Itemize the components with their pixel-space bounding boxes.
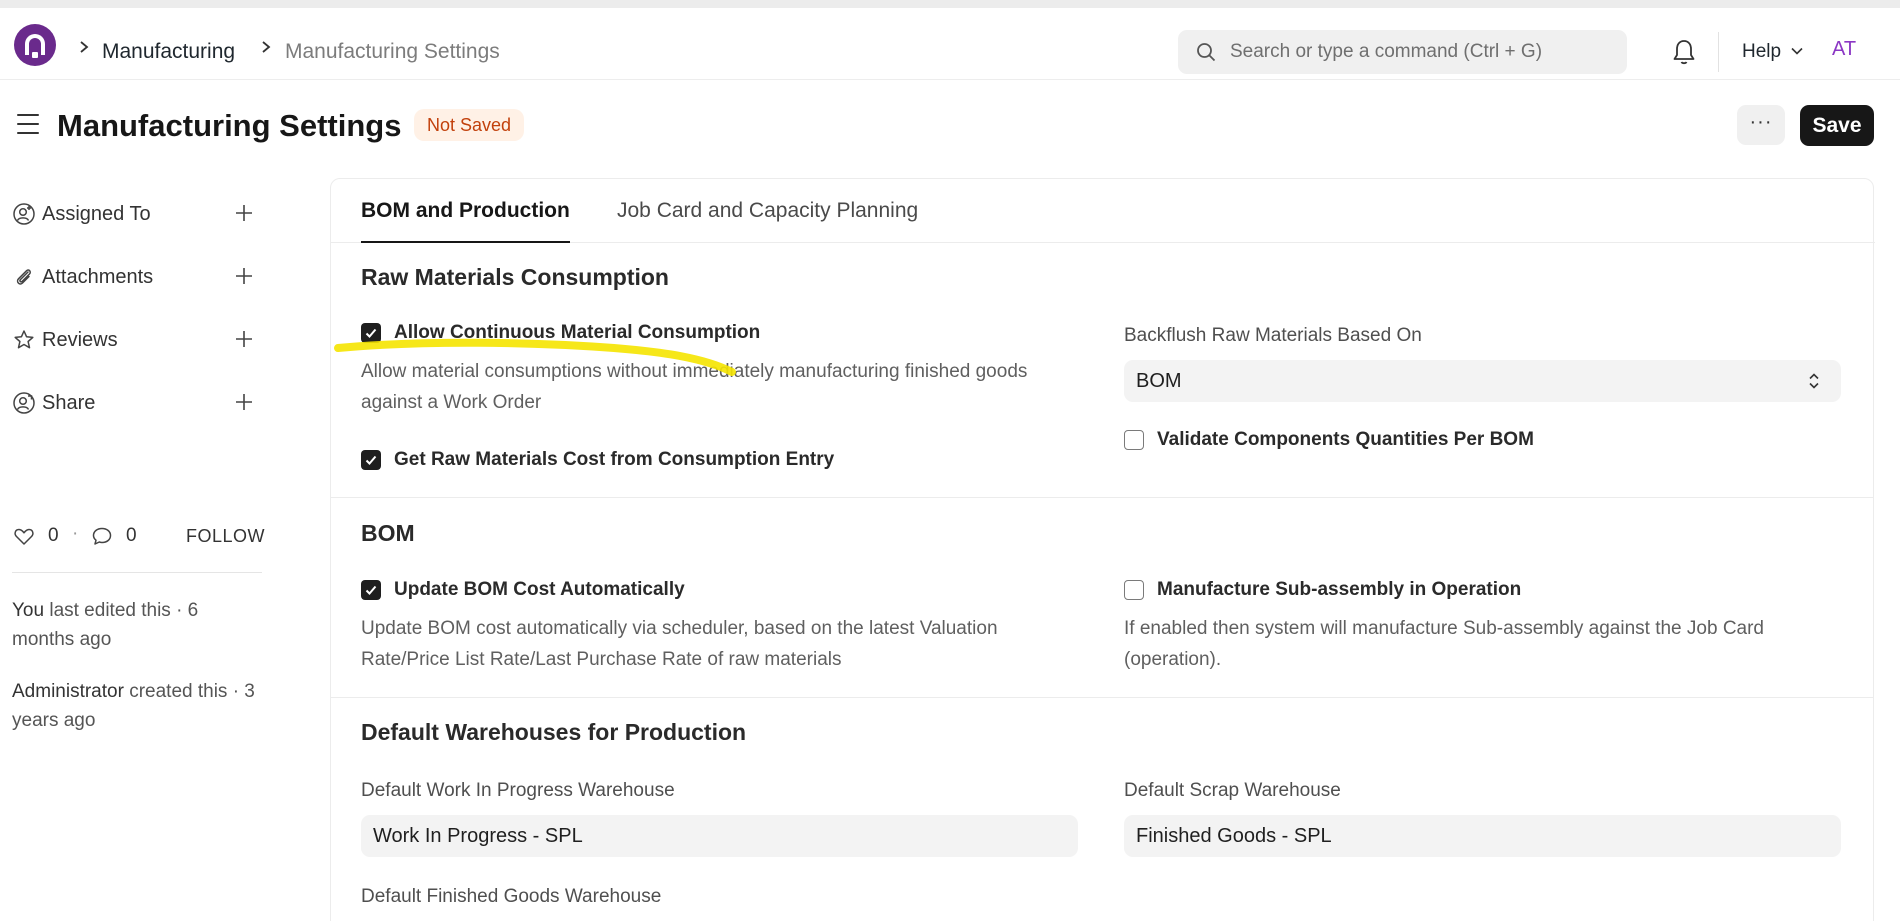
update-bom-cost-description: Update BOM cost automatically via schedu…: [361, 618, 998, 670]
checkmark-icon: [365, 328, 377, 338]
heart-icon[interactable]: [12, 524, 36, 548]
select-chevron-icon: [1809, 373, 1819, 389]
chevron-right-icon: [80, 41, 89, 53]
help-menu[interactable]: Help: [1742, 41, 1781, 63]
share-user-icon: [13, 392, 35, 414]
star-icon: [14, 330, 34, 349]
allow-continuous-consumption-checkbox[interactable]: [361, 323, 381, 343]
sidebar-item-label: Share: [42, 392, 96, 414]
manufacture-subassembly-description: If enabled then system will manufacture …: [1124, 618, 1764, 670]
separator-dot: ·: [72, 523, 79, 544]
add-review-plus-icon[interactable]: [232, 327, 256, 351]
paperclip-icon: [16, 269, 31, 285]
more-actions-button[interactable]: ···: [1737, 105, 1785, 145]
get-raw-materials-cost-label[interactable]: Get Raw Materials Cost from Consumption …: [394, 449, 834, 471]
page-title: Manufacturing Settings: [57, 108, 402, 143]
sidebar-item-label: Attachments: [42, 266, 154, 288]
wip-warehouse-label: Default Work In Progress Warehouse: [361, 780, 675, 801]
awesome-bar[interactable]: [1178, 30, 1627, 74]
like-count: 0: [48, 525, 59, 546]
activity-actor: You: [12, 600, 45, 621]
breadcrumb-manufacturing-settings[interactable]: Manufacturing Settings: [285, 40, 500, 64]
checkmark-icon: [365, 455, 377, 465]
scrap-warehouse-label: Default Scrap Warehouse: [1124, 780, 1341, 801]
chevron-down-icon[interactable]: [1790, 44, 1804, 58]
user-add-icon: [13, 203, 35, 225]
manufacture-subassembly-label[interactable]: Manufacture Sub-assembly in Operation: [1157, 579, 1521, 601]
navbar: Manufacturing Manufacturing Settings Hel…: [0, 8, 1900, 80]
sidebar-item-label: Reviews: [42, 329, 118, 351]
section-title-raw-materials: Raw Materials Consumption: [361, 264, 669, 290]
tab-bom-and-production[interactable]: BOM and Production: [361, 199, 570, 243]
checkmark-icon: [365, 585, 377, 595]
comment-count: 0: [126, 525, 137, 546]
sidebar-item-label: Assigned To: [42, 203, 151, 225]
sidebar-item-assigned-to[interactable]: Assigned To: [12, 199, 262, 229]
validate-components-label[interactable]: Validate Components Quantities Per BOM: [1157, 429, 1534, 451]
form-tabs: BOM and Production Job Card and Capacity…: [331, 179, 1875, 243]
search-icon: [1197, 43, 1216, 62]
allow-continuous-consumption-label[interactable]: Allow Continuous Material Consumption: [394, 322, 760, 344]
sidebar-item-share[interactable]: Share: [12, 388, 262, 418]
search-input[interactable]: [1230, 30, 1610, 74]
section-title-bom: BOM: [361, 520, 415, 546]
add-attachment-plus-icon[interactable]: [232, 264, 256, 288]
breadcrumb-manufacturing[interactable]: Manufacturing: [102, 40, 235, 64]
comment-icon[interactable]: [90, 524, 114, 548]
sidebar-divider: [12, 572, 262, 573]
tab-job-card-and-capacity-planning[interactable]: Job Card and Capacity Planning: [617, 199, 918, 243]
activity-last-edited: You last edited this · 6 months ago: [12, 596, 262, 654]
allow-continuous-consumption-description: Allow material consumptions without imme…: [361, 361, 1028, 413]
status-badge: Not Saved: [414, 109, 525, 141]
backflush-select[interactable]: BOM: [1124, 360, 1841, 402]
app-logo[interactable]: [14, 24, 56, 66]
activity-created: Administrator created this · 3 years ago: [12, 677, 262, 735]
validate-components-checkbox[interactable]: [1124, 430, 1144, 450]
bell-icon[interactable]: [1671, 38, 1697, 66]
section-title-warehouses: Default Warehouses for Production: [361, 719, 747, 745]
section-divider: [331, 497, 1873, 498]
wip-warehouse-value: Work In Progress - SPL: [373, 825, 583, 847]
manufacture-subassembly-checkbox[interactable]: [1124, 580, 1144, 600]
backflush-label: Backflush Raw Materials Based On: [1124, 325, 1422, 346]
user-avatar[interactable]: AT: [1832, 38, 1856, 61]
add-assignment-plus-icon[interactable]: [232, 201, 256, 225]
wip-warehouse-field[interactable]: Work In Progress - SPL: [361, 815, 1078, 857]
section-divider: [331, 697, 1873, 698]
scrap-warehouse-field[interactable]: Finished Goods - SPL: [1124, 815, 1841, 857]
activity-actor[interactable]: Administrator: [12, 681, 124, 702]
save-button[interactable]: Save: [1800, 105, 1874, 146]
update-bom-cost-checkbox[interactable]: [361, 580, 381, 600]
chevron-right-icon: [262, 41, 271, 53]
window-top-edge: [0, 0, 1900, 8]
scrap-warehouse-value: Finished Goods - SPL: [1136, 825, 1332, 847]
form-card: BOM and Production Job Card and Capacity…: [330, 178, 1875, 921]
get-raw-materials-cost-checkbox[interactable]: [361, 450, 381, 470]
add-share-plus-icon[interactable]: [232, 390, 256, 414]
sidebar-toggle-icon[interactable]: [17, 114, 39, 134]
finished-goods-warehouse-label: Default Finished Goods Warehouse: [361, 886, 662, 907]
update-bom-cost-label[interactable]: Update BOM Cost Automatically: [394, 579, 685, 601]
backflush-value: BOM: [1136, 370, 1182, 392]
navbar-divider: [1718, 32, 1719, 72]
sidebar-item-attachments[interactable]: Attachments: [12, 262, 262, 292]
follow-button[interactable]: FOLLOW: [186, 526, 265, 547]
logo-dot: [32, 52, 38, 58]
sidebar-item-reviews[interactable]: Reviews: [12, 325, 262, 355]
